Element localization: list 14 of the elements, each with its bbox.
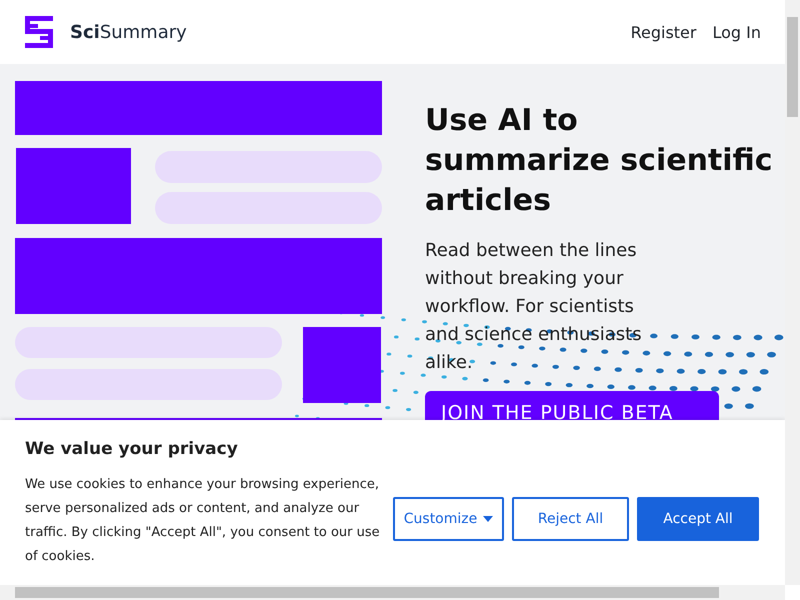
banner-title: We value your privacy [25,439,239,459]
caret-icon [483,516,494,522]
nav-link[interactable]: Register [630,22,696,42]
brand-name: SciSummary [70,22,187,42]
nav-link[interactable]: Log In [712,22,761,42]
reject-button[interactable]: Reject All [512,497,629,541]
customize-button[interactable]: Customize [393,497,504,541]
hero-text: Read between the lines without breaking your workflow. For scientists and science enthusiasts alike. [425,239,643,375]
horizontal-scrollbar[interactable] [0,585,785,600]
banner-text: We use cookies to enhance your browsing experience, serve personalized ads or content, and analyze our traffic. By clicking "Accept All", you consent to our use of cookies. [25,476,381,566]
vertical-scrollbar[interactable] [785,0,800,585]
hero-heading: Use AI to summarize scientific articles [425,102,774,220]
accept-button[interactable]: Accept All [637,497,759,541]
logo-icon [25,16,53,48]
